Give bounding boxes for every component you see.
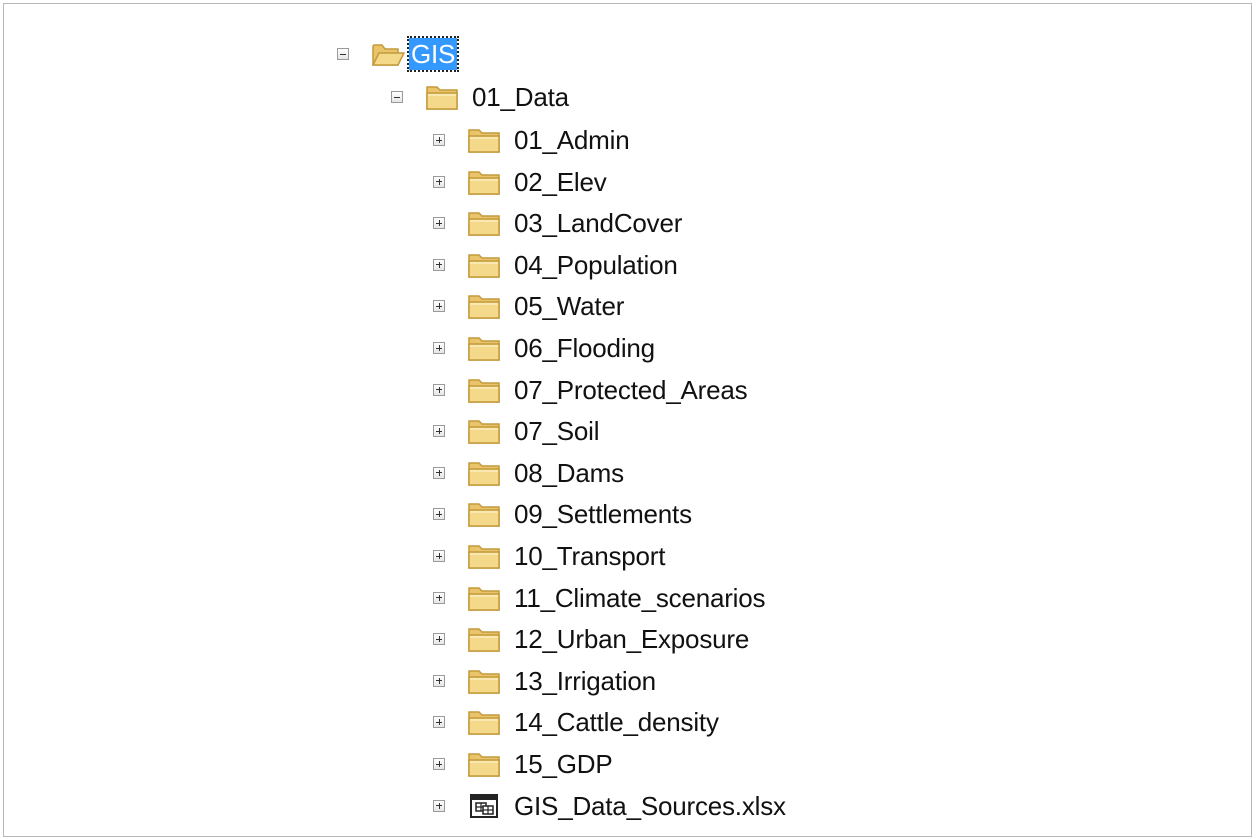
tree-node-file[interactable]: GIS_Data_Sources.xlsx	[433, 786, 789, 826]
tree-node-folder[interactable]: 06_Flooding	[433, 328, 658, 368]
tree-node-folder[interactable]: 07_Soil	[433, 411, 602, 451]
tree-node-folder[interactable]: 13_Irrigation	[433, 661, 659, 701]
tree-node-label: 14_Cattle_density	[514, 707, 719, 738]
expand-toggle-icon[interactable]	[433, 134, 445, 146]
folder-icon	[467, 292, 501, 320]
tree-node-label: 07_Soil	[514, 416, 600, 447]
folder-icon	[467, 251, 501, 279]
folder-icon	[467, 209, 501, 237]
folder-icon	[467, 126, 501, 154]
tree-node-folder[interactable]: 01_Admin	[433, 120, 632, 160]
tree-node-folder[interactable]: 12_Urban_Exposure	[433, 619, 752, 659]
tree-node-label: 01_Data	[472, 82, 569, 112]
collapse-toggle-icon[interactable]	[337, 48, 349, 60]
tree-node-data-folder[interactable]: 01_Data	[391, 77, 572, 117]
tree-node-label: 10_Transport	[514, 541, 666, 571]
tree-node-folder[interactable]: 09_Settlements	[433, 494, 695, 534]
expand-toggle-icon[interactable]	[433, 674, 445, 687]
folder-icon	[467, 625, 501, 653]
tree-node-label: GIS	[406, 36, 460, 72]
tree-node-folder[interactable]: 04_Population	[433, 245, 681, 285]
folder-icon	[467, 708, 501, 736]
folder-icon	[467, 542, 501, 570]
expand-toggle-icon[interactable]	[433, 758, 445, 770]
expand-toggle-icon[interactable]	[433, 591, 445, 604]
expand-toggle-icon[interactable]	[433, 342, 445, 354]
expand-toggle-icon[interactable]	[433, 383, 445, 396]
expand-toggle-icon[interactable]	[433, 716, 445, 729]
folder-icon	[467, 500, 501, 528]
folder-icon	[467, 667, 501, 695]
folder-icon	[467, 459, 501, 487]
tree-node-label: GIS_Data_Sources.xlsx	[514, 790, 786, 821]
folder-icon	[467, 334, 501, 362]
expand-toggle-icon[interactable]	[433, 466, 445, 479]
expand-toggle-icon[interactable]	[433, 258, 445, 271]
tree-node-folder[interactable]: 07_Protected_Areas	[433, 370, 750, 410]
tree-node-label: 03_LandCover	[514, 208, 683, 239]
tree-node-label: 07_Protected_Areas	[514, 374, 748, 405]
tree-node-label: 06_Flooding	[514, 333, 655, 363]
expand-toggle-icon[interactable]	[433, 550, 445, 562]
tree-node-folder[interactable]: 10_Transport	[433, 536, 668, 576]
tree-node-label: 13_Irrigation	[514, 665, 656, 696]
tree-node-label: 11_Climate_scenarios	[514, 582, 766, 613]
folder-icon	[467, 584, 501, 612]
tree-node-root[interactable]: GIS	[337, 34, 460, 74]
tree-node-folder[interactable]: 03_LandCover	[433, 203, 685, 243]
tree-node-folder[interactable]: 05_Water	[433, 286, 627, 326]
expand-toggle-icon[interactable]	[433, 175, 445, 188]
tree-node-label: 02_Elev	[514, 166, 607, 197]
folder-open-icon	[371, 40, 406, 68]
tree-node-label: 15_GDP	[514, 749, 613, 779]
expand-toggle-icon[interactable]	[433, 633, 445, 646]
tree-node-folder[interactable]: 08_Dams	[433, 453, 627, 493]
folder-icon	[467, 168, 501, 196]
expand-toggle-icon[interactable]	[433, 217, 445, 230]
tree-node-label: 09_Settlements	[514, 499, 692, 530]
expand-toggle-icon[interactable]	[433, 508, 445, 521]
expand-toggle-icon[interactable]	[433, 300, 445, 313]
tree-node-folder[interactable]: 15_GDP	[433, 744, 616, 784]
folder-icon	[467, 417, 501, 445]
tree-node-label: 08_Dams	[514, 457, 624, 488]
tree-node-folder[interactable]: 02_Elev	[433, 162, 610, 202]
tree-node-folder[interactable]: 14_Cattle_density	[433, 702, 722, 742]
tree-panel: GIS 01_Data 01_Admin 02_Elev 03_LandCover 04_…	[3, 3, 1252, 837]
tree-node-label: 05_Water	[514, 291, 625, 322]
expand-toggle-icon[interactable]	[433, 799, 445, 812]
folder-icon	[467, 376, 501, 404]
folder-icon	[467, 750, 501, 778]
spreadsheet-file-icon	[467, 792, 501, 820]
tree-node-label: 12_Urban_Exposure	[514, 624, 750, 655]
expand-toggle-icon[interactable]	[433, 425, 445, 438]
tree-node-folder[interactable]: 11_Climate_scenarios	[433, 578, 768, 618]
tree-node-label: 01_Admin	[514, 125, 630, 155]
collapse-toggle-icon[interactable]	[391, 91, 403, 103]
folder-icon	[425, 83, 459, 111]
tree-node-label: 04_Population	[514, 249, 678, 280]
